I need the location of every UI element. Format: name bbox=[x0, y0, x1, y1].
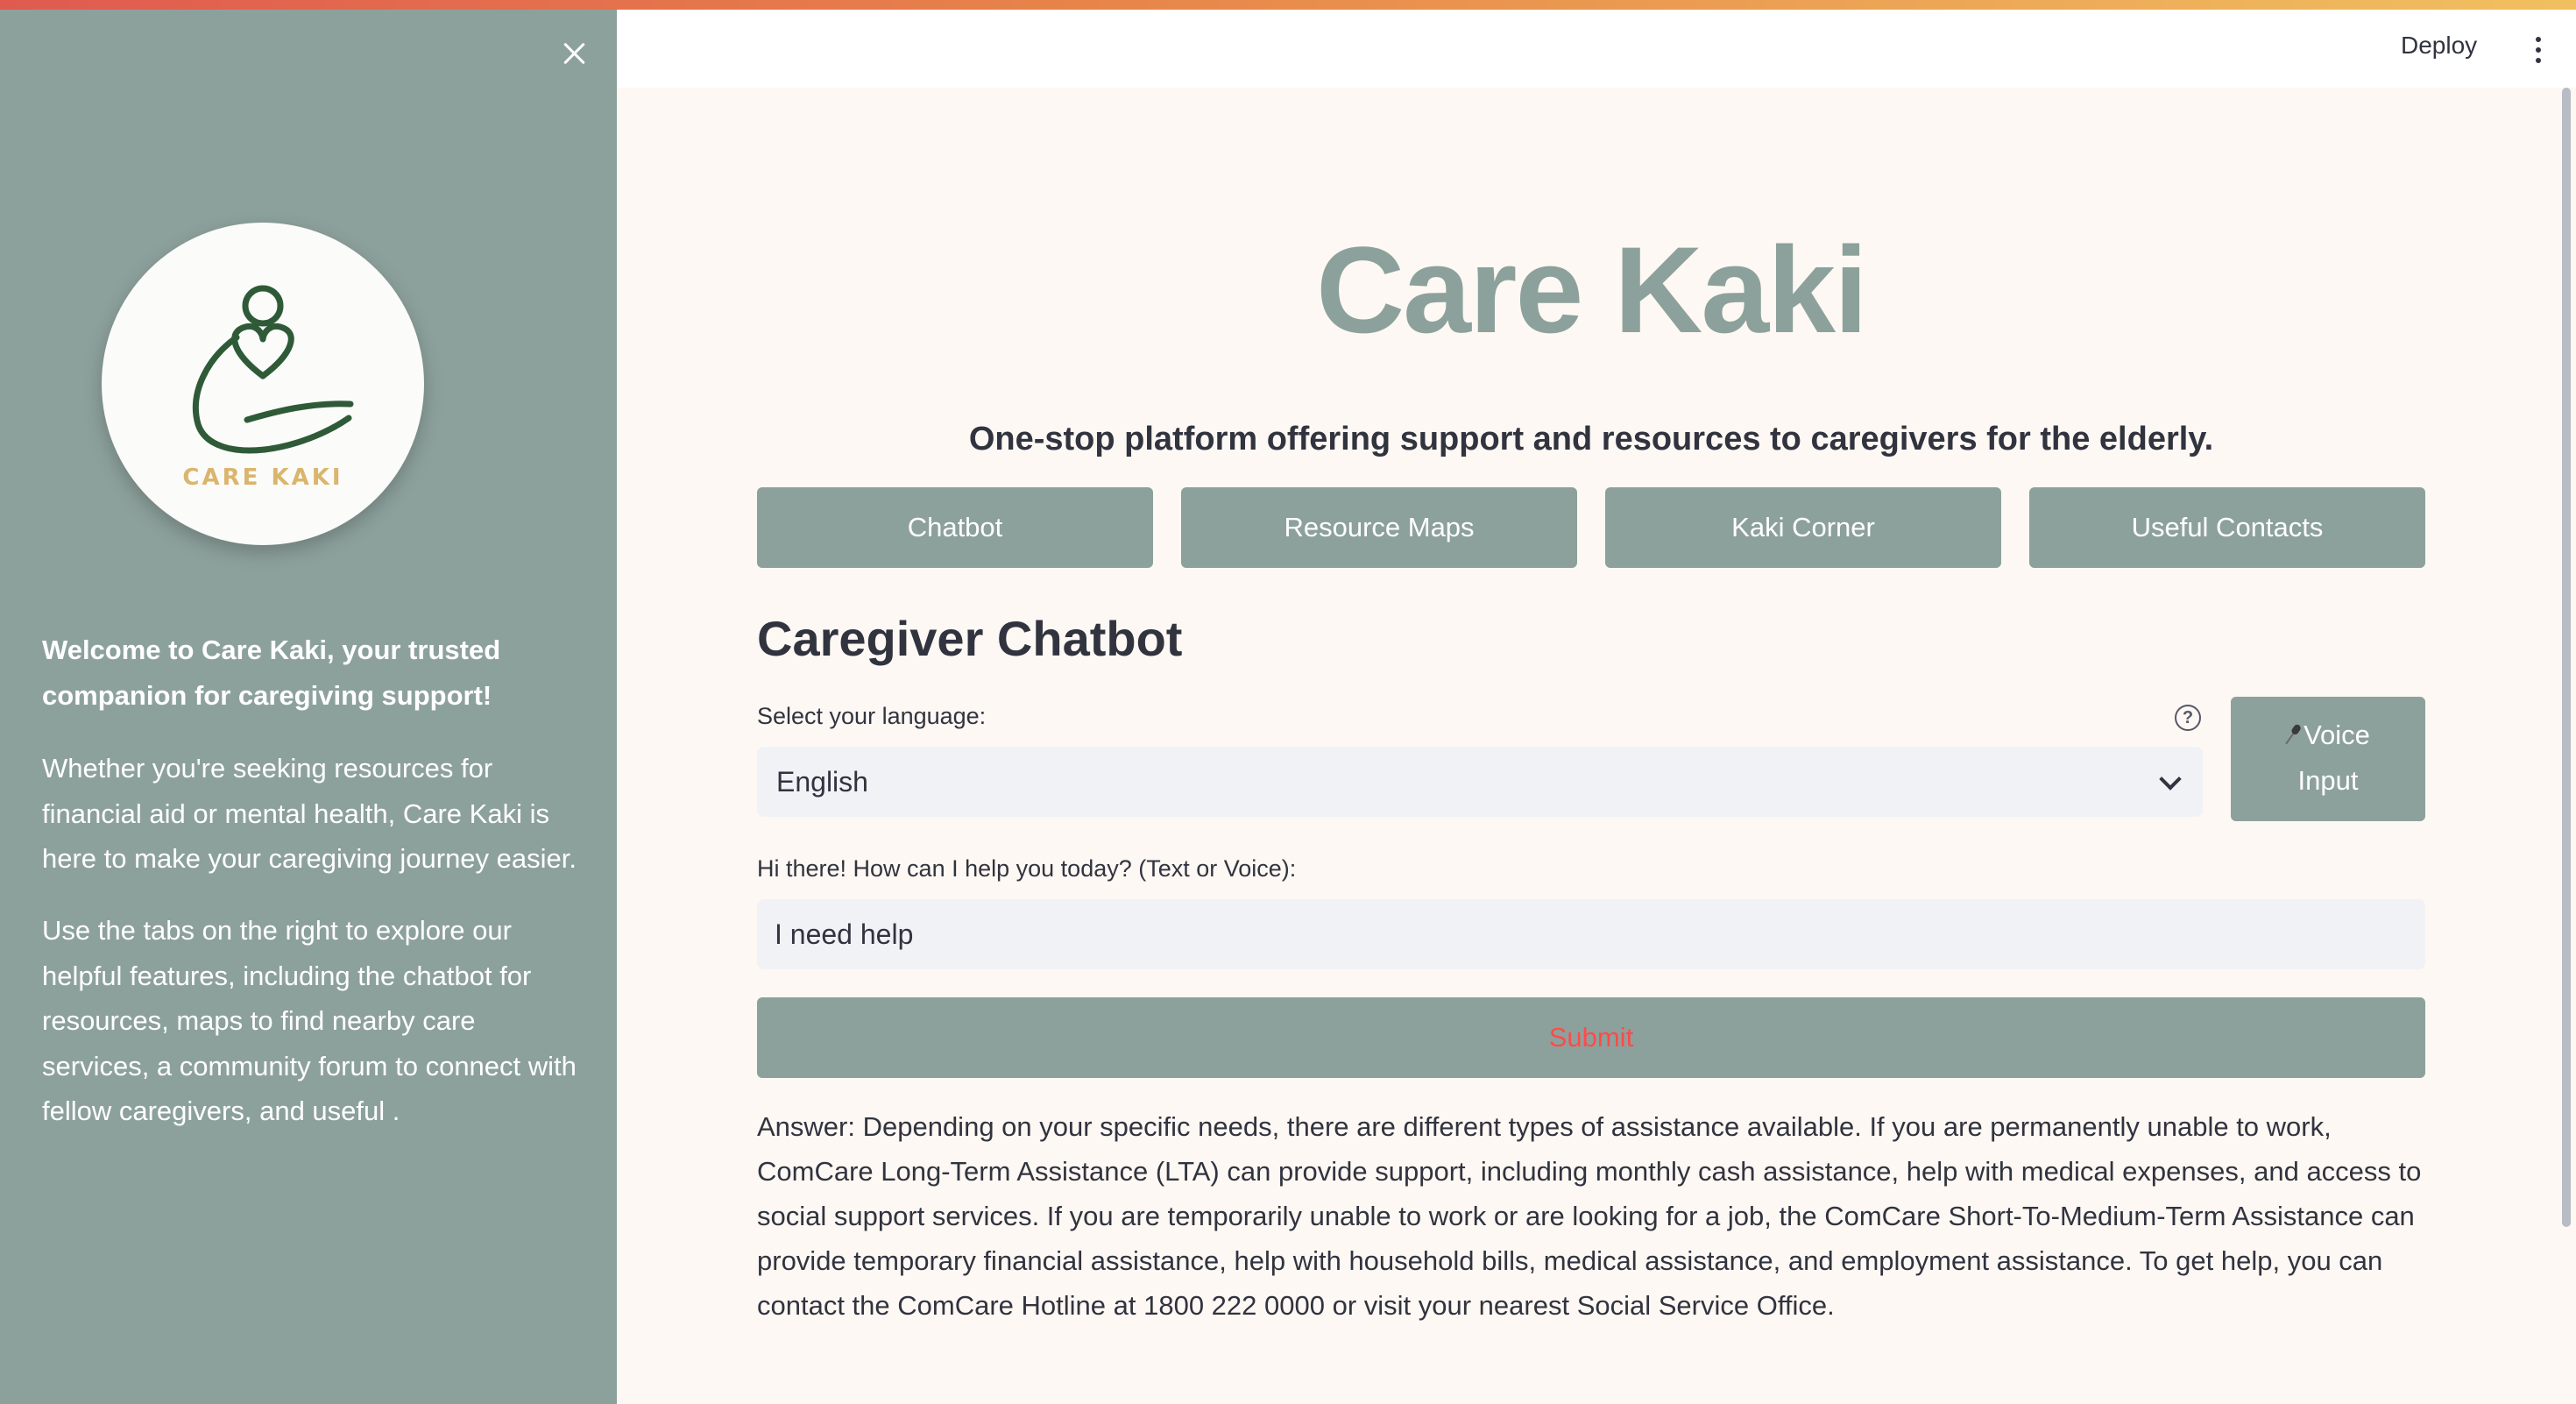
top-header bbox=[617, 0, 2576, 88]
language-label: Select your language: bbox=[757, 703, 987, 729]
submit-button[interactable]: Submit bbox=[757, 997, 2425, 1078]
caregiver-hand-heart-logo bbox=[192, 285, 354, 454]
kebab-menu-icon[interactable] bbox=[2532, 37, 2544, 63]
voice-input-label-1: Voice bbox=[2304, 720, 2370, 750]
voice-input-button[interactable]: Voice Input bbox=[2231, 697, 2425, 821]
sidebar-paragraph-features: Use the tabs on the right to explore our… bbox=[42, 915, 577, 1126]
top-decoration-stripe bbox=[0, 0, 2576, 10]
help-circle-icon[interactable]: ? bbox=[2175, 705, 2201, 731]
microphone-icon bbox=[2285, 724, 2301, 745]
chevron-down-icon bbox=[2159, 768, 2182, 791]
chatbot-answer: Answer: Depending on your specific needs… bbox=[757, 1111, 2422, 1321]
deploy-button[interactable]: Deploy bbox=[2401, 32, 2477, 60]
page-subtitle: One-stop platform offering support and r… bbox=[968, 421, 2214, 457]
close-sidebar-icon[interactable] bbox=[557, 37, 591, 70]
chatbot-heading: Caregiver Chatbot bbox=[757, 611, 1183, 666]
page-title: Care Kaki bbox=[1316, 221, 1868, 358]
prompt-label: Hi there! How can I help you today? (Tex… bbox=[757, 855, 1297, 882]
tab-useful-contacts[interactable]: Useful Contacts bbox=[2029, 487, 2425, 568]
care-kaki-logo: CARE KAKI bbox=[102, 223, 424, 545]
sidebar-paragraph-resources: Whether you're seeking resources for fin… bbox=[42, 753, 577, 874]
tab-resource-maps[interactable]: Resource Maps bbox=[1181, 487, 1577, 568]
tab-chatbot[interactable]: Chatbot bbox=[757, 487, 1153, 568]
sidebar: CARE KAKI Welcome to Care Kaki, your tru… bbox=[0, 0, 617, 1404]
language-select[interactable]: English bbox=[757, 747, 2203, 817]
logo-text: CARE KAKI bbox=[182, 464, 343, 491]
chat-text-input[interactable]: I need help bbox=[757, 899, 2425, 969]
page-scrollbar[interactable] bbox=[2562, 88, 2571, 1227]
tab-kaki-corner[interactable]: Kaki Corner bbox=[1605, 487, 2001, 568]
language-select-value: English bbox=[776, 766, 868, 798]
sidebar-welcome-text: Welcome to Care Kaki, your trusted compa… bbox=[42, 635, 501, 711]
voice-input-label-2: Input bbox=[2297, 765, 2359, 796]
